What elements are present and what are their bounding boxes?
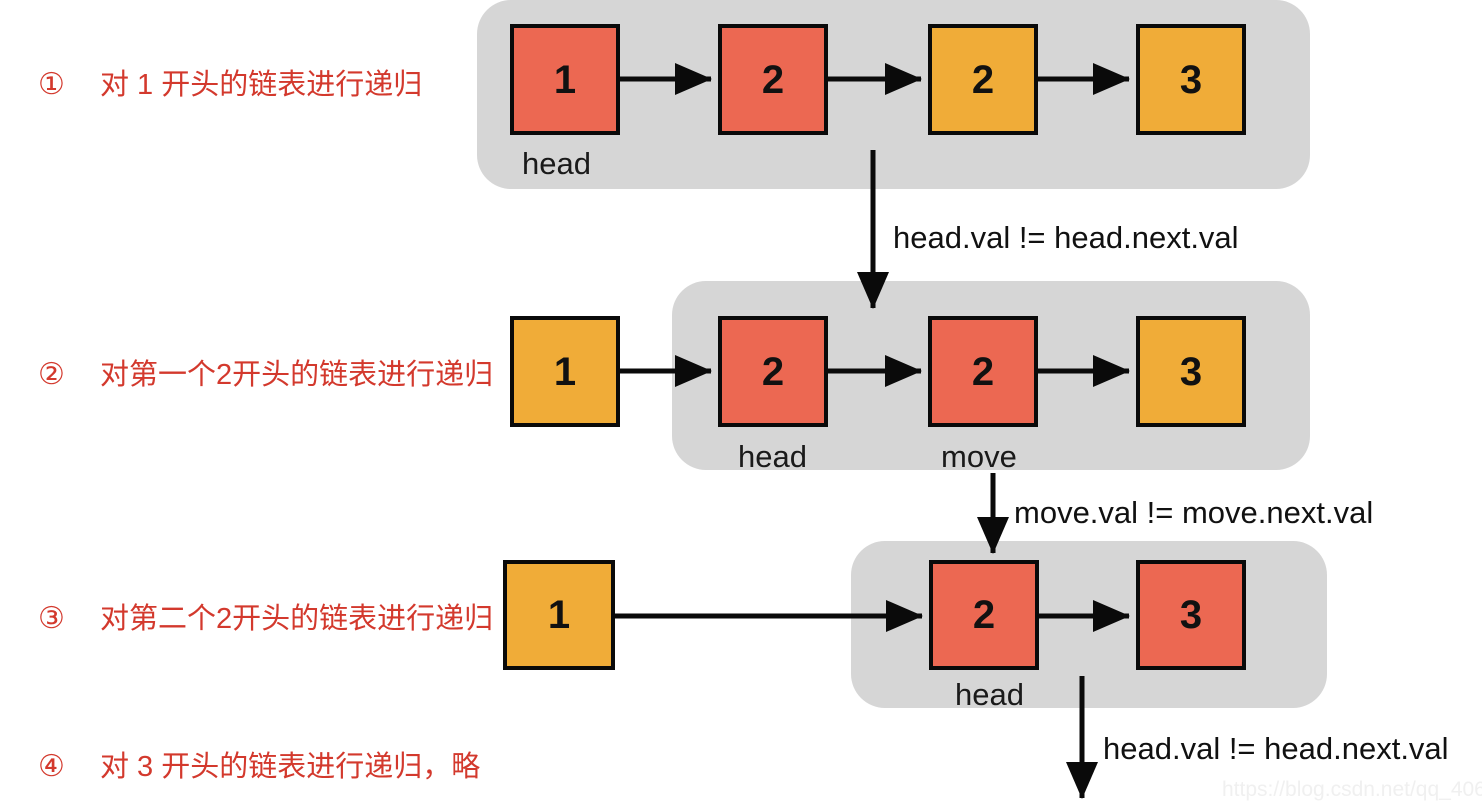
node-row1-2: 2 bbox=[928, 24, 1038, 135]
group-box-row3 bbox=[851, 541, 1327, 708]
node-row3-2: 3 bbox=[1136, 560, 1246, 670]
step-text-2: 对第一个2开头的链表进行递归 bbox=[100, 359, 494, 391]
step-marker-1: ① bbox=[38, 68, 65, 101]
step-marker-3: ③ bbox=[38, 602, 65, 635]
watermark: https://blog.csdn.net/qq_40664019 bbox=[1222, 778, 1482, 801]
node-row2-3: 3 bbox=[1136, 316, 1246, 427]
pointer-label-row1-head: head bbox=[522, 146, 591, 181]
step-item-1: ① 对 1 开头的链表进行递归 bbox=[38, 70, 422, 100]
diagram-canvas: 1 2 2 3 head 1 2 2 3 head move 1 2 3 hea… bbox=[0, 0, 1482, 808]
node-row2-1: 2 bbox=[718, 316, 828, 427]
condition-label-1: head.val != head.next.val bbox=[893, 220, 1239, 255]
node-row3-0: 1 bbox=[503, 560, 615, 670]
step-text-4: 对 3 开头的链表进行递归，略 bbox=[100, 751, 481, 783]
pointer-label-row2-head: head bbox=[738, 439, 807, 474]
condition-label-3: head.val != head.next.val bbox=[1103, 731, 1449, 766]
pointer-label-row3-head: head bbox=[955, 677, 1024, 712]
step-text-3: 对第二个2开头的链表进行递归 bbox=[100, 603, 494, 635]
step-text-1: 对 1 开头的链表进行递归 bbox=[100, 69, 423, 101]
step-marker-2: ② bbox=[38, 358, 65, 391]
pointer-label-row2-move: move bbox=[941, 439, 1017, 474]
step-item-2: ② 对第一个2开头的链表进行递归 bbox=[38, 360, 493, 390]
node-row1-0: 1 bbox=[510, 24, 620, 135]
node-row1-3: 3 bbox=[1136, 24, 1246, 135]
node-row2-2: 2 bbox=[928, 316, 1038, 427]
condition-label-2: move.val != move.next.val bbox=[1014, 495, 1374, 530]
step-item-3: ③ 对第二个2开头的链表进行递归 bbox=[38, 604, 493, 634]
step-marker-4: ④ bbox=[38, 750, 65, 783]
node-row2-0: 1 bbox=[510, 316, 620, 427]
step-item-4: ④ 对 3 开头的链表进行递归，略 bbox=[38, 752, 480, 782]
node-row3-1: 2 bbox=[929, 560, 1039, 670]
node-row1-1: 2 bbox=[718, 24, 828, 135]
